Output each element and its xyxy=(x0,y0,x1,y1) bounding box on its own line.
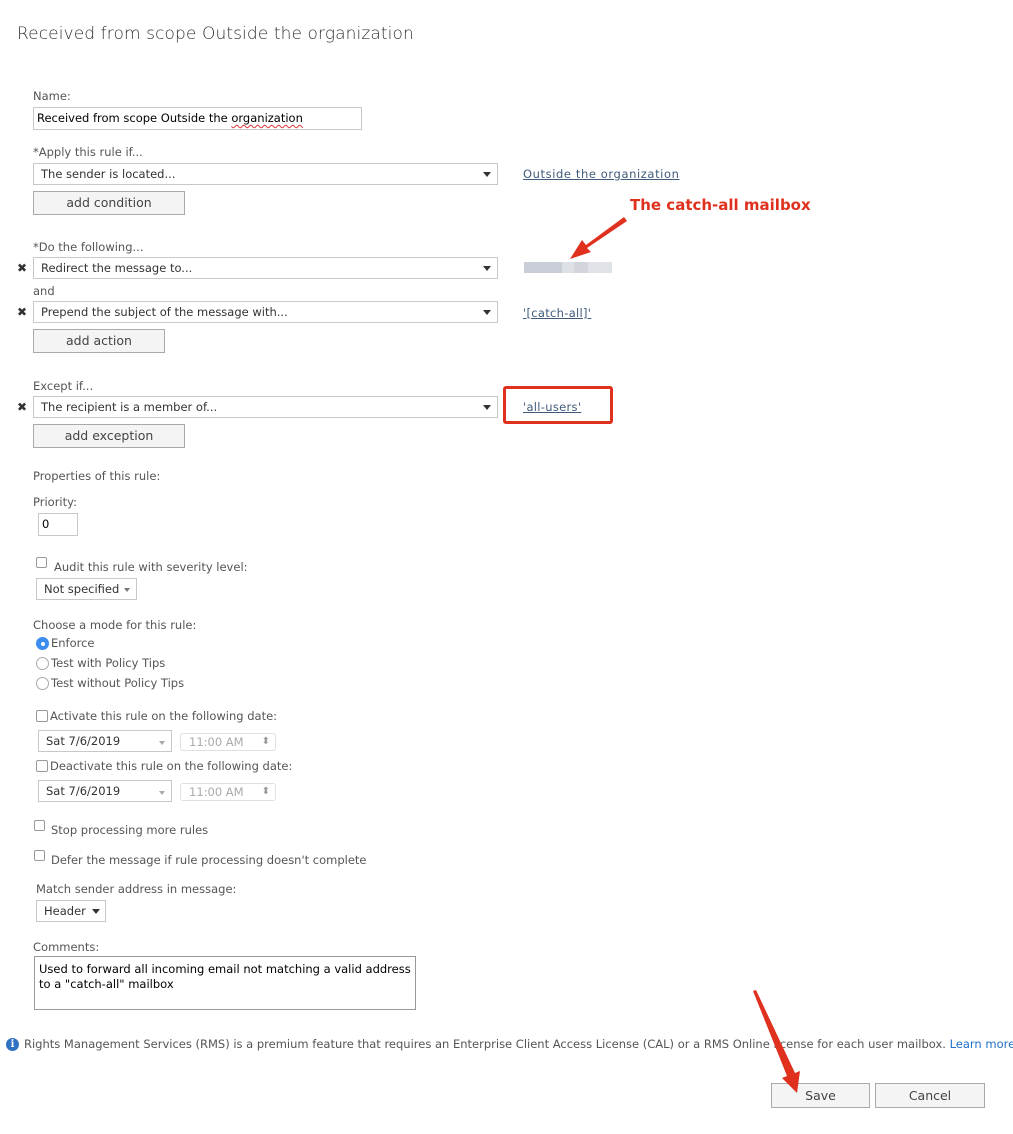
info-icon: i xyxy=(6,1038,19,1051)
properties-heading: Properties of this rule: xyxy=(33,469,161,483)
name-value: Received from scope Outside the xyxy=(37,111,232,125)
actions-label: *Do the following... xyxy=(33,240,144,254)
deactivate-label: Deactivate this rule on the following da… xyxy=(50,759,293,773)
spinner-updown-icon: ⬍ xyxy=(261,786,270,797)
conditions-label: *Apply this rule if... xyxy=(33,145,143,159)
deactivate-time-spinner[interactable]: 11:00 AM ⬍ xyxy=(180,783,276,801)
chevron-down-icon xyxy=(159,791,165,795)
activate-date-select[interactable]: Sat 7/6/2019 xyxy=(38,730,172,752)
action-select-1-value: Redirect the message to... xyxy=(41,261,193,275)
rms-notice: Rights Management Services (RMS) is a pr… xyxy=(24,1037,1013,1051)
deactivate-date-select[interactable]: Sat 7/6/2019 xyxy=(38,780,172,802)
and-label: and xyxy=(33,284,55,298)
condition-value-link[interactable]: Outside the organization xyxy=(523,167,680,181)
stop-processing-label: Stop processing more rules xyxy=(51,823,209,837)
stop-processing-checkbox[interactable] xyxy=(34,820,45,831)
action-select-1[interactable]: Redirect the message to... xyxy=(33,257,498,279)
remove-action-2-icon[interactable]: ✖ xyxy=(16,302,28,322)
save-button[interactable]: Save xyxy=(771,1083,870,1108)
deactivate-date-value: Sat 7/6/2019 xyxy=(46,784,121,798)
chevron-down-icon xyxy=(92,909,100,914)
defer-label: Defer the message if rule processing doe… xyxy=(51,853,367,867)
activate-label: Activate this rule on the following date… xyxy=(50,709,278,723)
chevron-down-icon xyxy=(124,588,130,592)
match-sender-select[interactable]: Header xyxy=(36,900,106,922)
mode-label-test-with-tips: Test with Policy Tips xyxy=(51,656,166,670)
action-select-2-value: Prepend the subject of the message with.… xyxy=(41,305,288,319)
deactivate-checkbox[interactable] xyxy=(36,760,48,772)
remove-exception-icon[interactable]: ✖ xyxy=(16,397,28,417)
severity-value: Not specified xyxy=(44,582,120,596)
mode-radio-test-with-tips[interactable] xyxy=(36,657,49,670)
mode-label: Choose a mode for this rule: xyxy=(33,618,197,632)
priority-label: Priority: xyxy=(33,495,77,509)
match-sender-label: Match sender address in message: xyxy=(36,882,237,896)
deactivate-time-value: 11:00 AM xyxy=(189,785,244,799)
mode-radio-enforce[interactable] xyxy=(36,637,49,650)
defer-checkbox[interactable] xyxy=(34,850,45,861)
spinner-updown-icon: ⬍ xyxy=(261,736,270,747)
condition-select[interactable]: The sender is located... xyxy=(33,163,498,185)
name-value-misspelled: organization xyxy=(231,111,303,125)
priority-input[interactable]: 0 xyxy=(38,513,78,536)
add-condition-button[interactable]: add condition xyxy=(33,191,185,215)
rms-notice-text: Rights Management Services (RMS) is a pr… xyxy=(24,1037,946,1051)
exceptions-label: Except if... xyxy=(33,379,94,393)
activate-time-spinner[interactable]: 11:00 AM ⬍ xyxy=(180,733,276,751)
cancel-button[interactable]: Cancel xyxy=(875,1083,985,1108)
mode-radio-test-without-tips[interactable] xyxy=(36,677,49,690)
page-title: Received from scope Outside the organiza… xyxy=(17,24,414,44)
severity-select[interactable]: Not specified xyxy=(36,578,137,600)
exception-select[interactable]: The recipient is a member of... xyxy=(33,396,498,418)
add-exception-button[interactable]: add exception xyxy=(33,424,185,448)
redacted-mailbox-link[interactable] xyxy=(524,262,612,273)
exception-select-value: The recipient is a member of... xyxy=(41,400,218,414)
activate-checkbox[interactable] xyxy=(36,710,48,722)
name-label: Name: xyxy=(33,89,71,103)
chevron-down-icon xyxy=(483,405,491,410)
arrow-to-mailbox xyxy=(570,217,627,259)
chevron-down-icon xyxy=(159,741,165,745)
chevron-down-icon xyxy=(483,172,491,177)
highlight-box-all-users xyxy=(503,386,613,424)
activate-time-value: 11:00 AM xyxy=(189,735,244,749)
learn-more-link[interactable]: Learn more xyxy=(950,1037,1013,1051)
chevron-down-icon xyxy=(483,310,491,315)
comments-textarea[interactable]: Used to forward all incoming email not m… xyxy=(34,956,416,1010)
add-action-button[interactable]: add action xyxy=(33,329,165,353)
audit-label: Audit this rule with severity level: xyxy=(54,560,248,574)
mode-label-test-without-tips: Test without Policy Tips xyxy=(51,676,185,690)
match-sender-value: Header xyxy=(44,904,86,918)
audit-checkbox[interactable] xyxy=(36,557,47,568)
condition-select-value: The sender is located... xyxy=(41,167,176,181)
callout-catch-all-mailbox: The catch-all mailbox xyxy=(630,196,811,214)
comments-label: Comments: xyxy=(33,940,100,954)
remove-action-1-icon[interactable]: ✖ xyxy=(16,258,28,278)
chevron-down-icon xyxy=(483,266,491,271)
activate-date-value: Sat 7/6/2019 xyxy=(46,734,121,748)
mode-label-enforce: Enforce xyxy=(51,636,95,650)
prepend-value-link[interactable]: '[catch-all]' xyxy=(523,306,591,320)
action-select-2[interactable]: Prepend the subject of the message with.… xyxy=(33,301,498,323)
name-input[interactable]: Received from scope Outside the organiza… xyxy=(33,107,362,130)
